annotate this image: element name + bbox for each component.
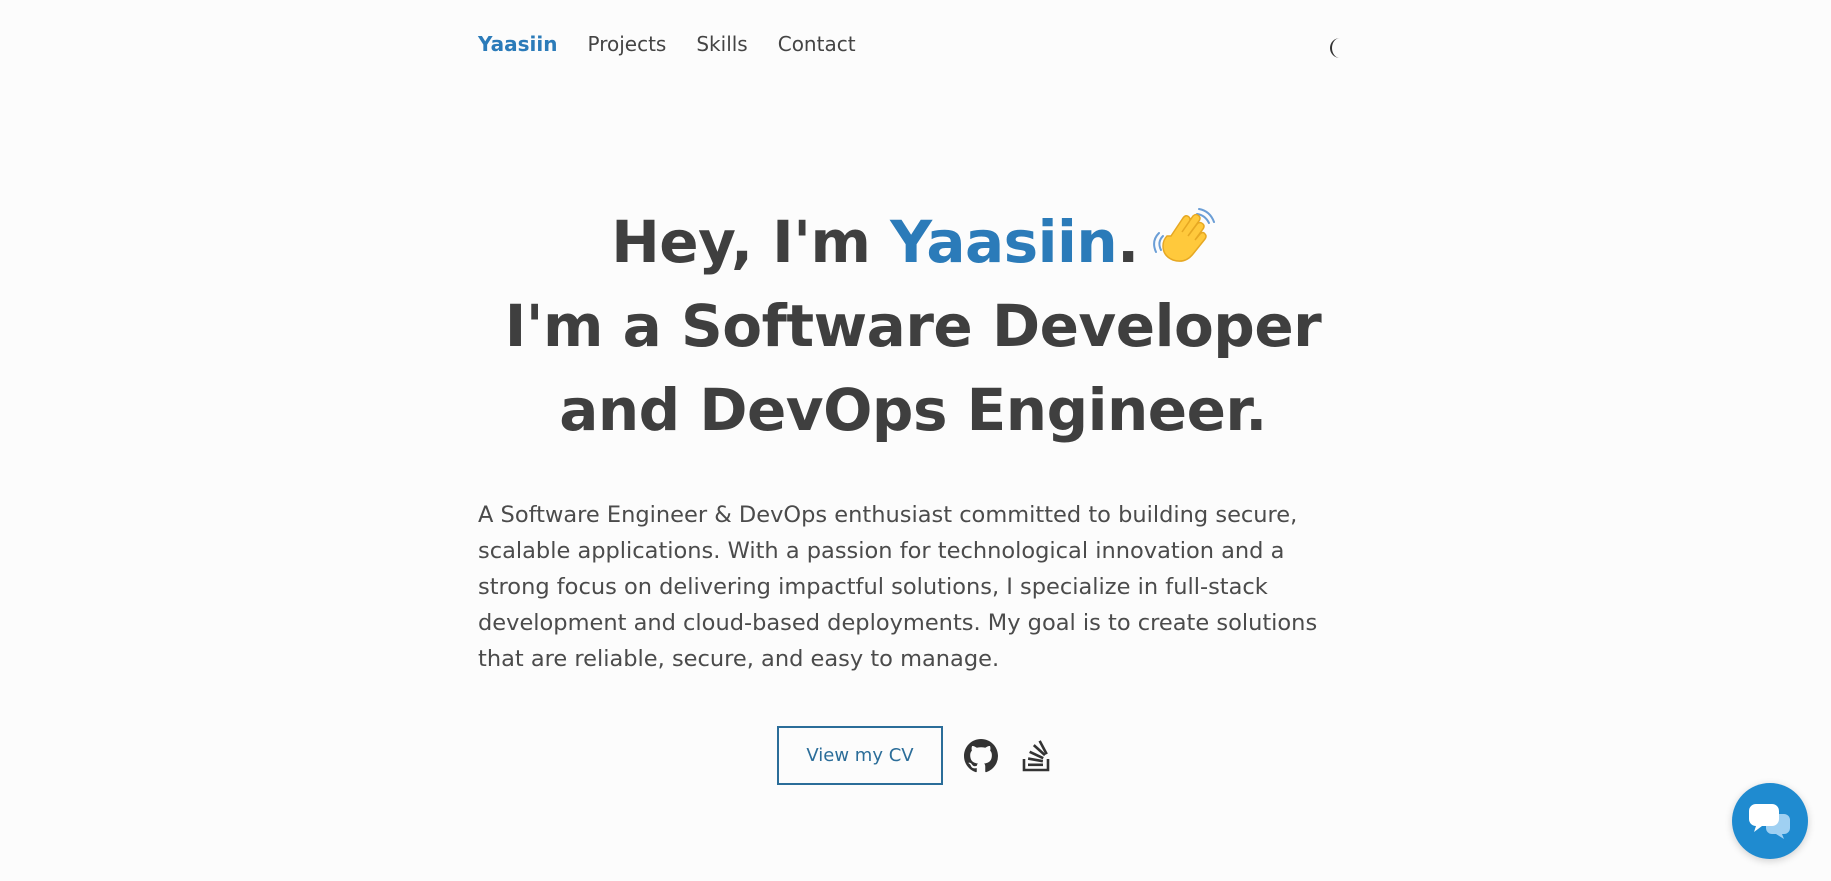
nav-link-contact[interactable]: Contact <box>778 32 856 56</box>
nav-link-skills[interactable]: Skills <box>696 32 747 56</box>
github-link[interactable] <box>963 738 999 774</box>
moon-icon <box>1330 38 1340 58</box>
chat-button[interactable] <box>1732 783 1808 859</box>
intro-paragraph: A Software Engineer & DevOps enthusiast … <box>478 502 1318 672</box>
nav-brand-link[interactable]: Yaasiin <box>478 32 558 56</box>
github-icon <box>964 738 998 772</box>
nav-link-projects[interactable]: Projects <box>588 32 667 56</box>
hero-line-1: Hey, I'm Yaasiin. <box>611 206 1215 276</box>
page: Yaasiin Projects Skills Contact Hey, I'm… <box>0 0 1831 881</box>
chat-icon <box>1749 804 1790 839</box>
greeting-prefix: Hey, I'm <box>611 208 891 276</box>
hero-actions: View my CV <box>777 726 1055 785</box>
view-cv-button[interactable]: View my CV <box>777 726 943 785</box>
theme-toggle-button[interactable] <box>1326 36 1350 60</box>
greeting-suffix: . <box>1117 208 1139 276</box>
stackoverflow-link[interactable] <box>1019 738 1055 774</box>
waving-hand-icon <box>1152 206 1215 268</box>
hero-line-3: and DevOps Engineer. <box>559 376 1267 444</box>
hero-heading: Hey, I'm Yaasiin. I'm a Software Develop… <box>478 200 1348 452</box>
hero-name: Yaasiin <box>890 208 1118 276</box>
hero-line-2: I'm a Software Developer <box>504 292 1322 360</box>
stackoverflow-icon <box>1022 739 1050 771</box>
top-nav: Yaasiin Projects Skills Contact <box>478 32 856 56</box>
